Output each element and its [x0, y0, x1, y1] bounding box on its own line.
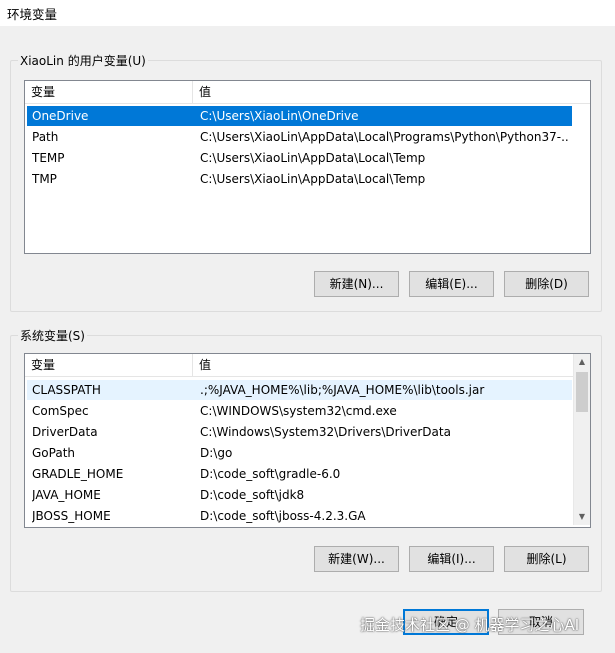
scroll-thumb[interactable]: [576, 372, 588, 412]
var-value: D:\code_soft\gradle-6.0: [200, 467, 341, 481]
system-edit-button[interactable]: 编辑(I)...: [409, 546, 494, 572]
var-name: Path: [32, 130, 59, 144]
var-name: OneDrive: [32, 109, 89, 123]
table-row[interactable]: GoPath D:\go: [27, 443, 572, 463]
column-header-name[interactable]: 变量: [25, 81, 193, 103]
system-new-button[interactable]: 新建(W)...: [314, 546, 399, 572]
var-name: JAVA_HOME: [32, 488, 101, 502]
table-row[interactable]: CLASSPATH .;%JAVA_HOME%\lib;%JAVA_HOME%\…: [27, 380, 572, 400]
column-header-value[interactable]: 值: [193, 354, 573, 376]
table-row[interactable]: TMP C:\Users\XiaoLin\AppData\Local\Temp: [27, 169, 572, 189]
system-vars-group-label: 系统变量(S): [18, 327, 87, 344]
var-value: D:\code_soft\jdk8: [200, 488, 305, 502]
user-vars-header: 变量 值: [25, 81, 590, 104]
system-delete-button[interactable]: 删除(L): [504, 546, 589, 572]
title-bar: 环境变量: [0, 0, 615, 26]
system-vars-list[interactable]: 变量 值 CLASSPATH .;%JAVA_HOME%\lib;%JAVA_H…: [24, 353, 591, 528]
system-vars-header: 变量 值: [25, 354, 573, 377]
var-name: GRADLE_HOME: [32, 467, 124, 481]
var-value: .;%JAVA_HOME%\lib;%JAVA_HOME%\lib\tools.…: [200, 383, 485, 397]
var-name: ComSpec: [32, 404, 89, 418]
var-name: DriverData: [32, 425, 98, 439]
scroll-up-icon[interactable]: ▲: [574, 354, 590, 370]
table-row[interactable]: ComSpec C:\WINDOWS\system32\cmd.exe: [27, 401, 572, 421]
table-row[interactable]: JAVA_HOME D:\code_soft\jdk8: [27, 485, 572, 505]
var-name: JBOSS_HOME: [32, 509, 111, 523]
column-header-value[interactable]: 值: [193, 81, 590, 103]
user-new-button[interactable]: 新建(N)...: [314, 271, 399, 297]
table-row[interactable]: DriverData C:\Windows\System32\Drivers\D…: [27, 422, 572, 442]
var-name: TEMP: [32, 151, 65, 165]
system-vars-scrollbar[interactable]: ▲ ▼: [573, 354, 590, 525]
var-name: TMP: [32, 172, 57, 186]
var-value: C:\WINDOWS\system32\cmd.exe: [200, 404, 397, 418]
var-value: C:\Users\XiaoLin\AppData\Local\Temp: [200, 172, 426, 186]
table-row[interactable]: JBOSS_HOME D:\code_soft\jboss-4.2.3.GA: [27, 506, 572, 526]
var-value: C:\Users\XiaoLin\AppData\Local\Programs\…: [200, 130, 570, 144]
table-row[interactable]: OneDrive C:\Users\XiaoLin\OneDrive: [27, 106, 572, 126]
var-value: D:\code_soft\jboss-4.2.3.GA: [200, 509, 366, 523]
column-header-name[interactable]: 变量: [25, 354, 193, 376]
var-name: GoPath: [32, 446, 76, 460]
table-row[interactable]: TEMP C:\Users\XiaoLin\AppData\Local\Temp: [27, 148, 572, 168]
user-vars-group-label: XiaoLin 的用户变量(U): [18, 52, 148, 69]
var-value: C:\Windows\System32\Drivers\DriverData: [200, 425, 451, 439]
table-row[interactable]: GRADLE_HOME D:\code_soft\gradle-6.0: [27, 464, 572, 484]
var-name: CLASSPATH: [32, 383, 101, 397]
window-title: 环境变量: [7, 7, 58, 22]
scroll-down-icon[interactable]: ▼: [574, 509, 590, 525]
var-value: C:\Users\XiaoLin\OneDrive: [200, 109, 359, 123]
user-delete-button[interactable]: 删除(D): [504, 271, 589, 297]
user-vars-list[interactable]: 变量 值 OneDrive C:\Users\XiaoLin\OneDrive …: [24, 80, 591, 254]
user-edit-button[interactable]: 编辑(E)...: [409, 271, 494, 297]
watermark: 掘金技术社区 @ 机器学习之心AI: [360, 616, 580, 634]
var-value: D:\go: [200, 446, 233, 460]
table-row[interactable]: Path C:\Users\XiaoLin\AppData\Local\Prog…: [27, 127, 572, 147]
var-value: C:\Users\XiaoLin\AppData\Local\Temp: [200, 151, 426, 165]
